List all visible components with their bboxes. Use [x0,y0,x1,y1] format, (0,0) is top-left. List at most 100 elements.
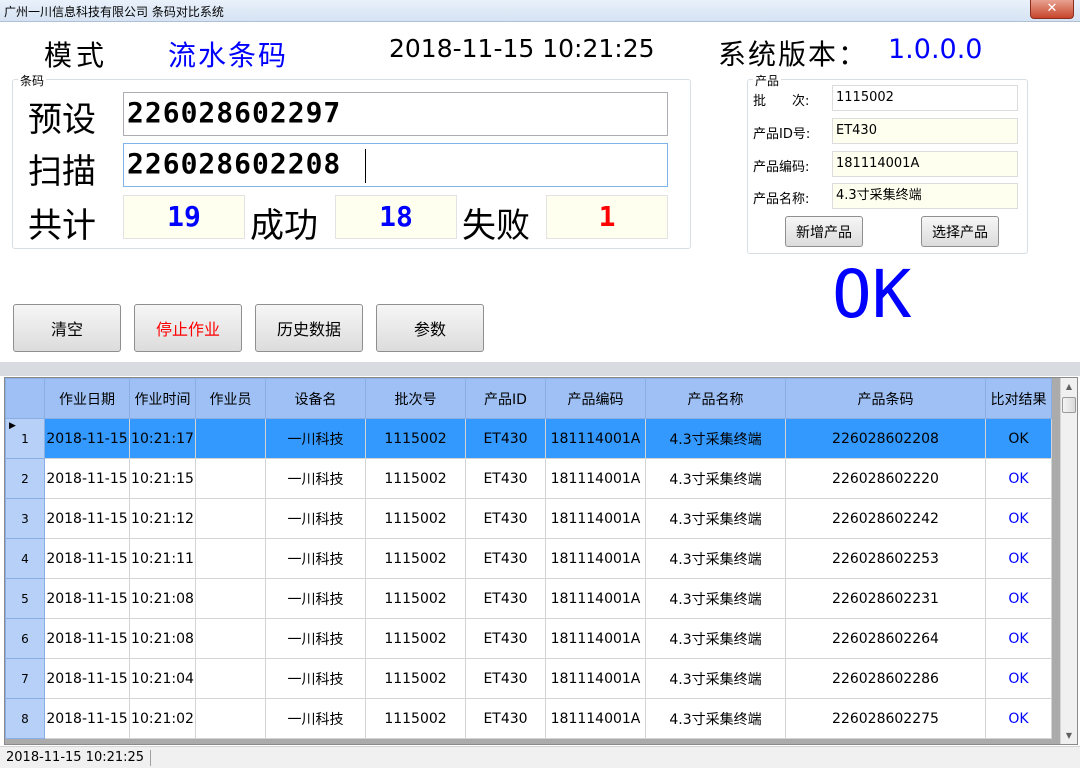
cell-device[interactable]: 一川科技 [265,538,366,579]
cell-batch[interactable]: 1115002 [365,538,466,579]
table-row[interactable]: ▶ 1 2018-11-15 10:21:17 一川科技 1115002 ET430 1811… [5,418,1052,459]
cell-pcode[interactable]: 181114001A [545,618,646,659]
cell-barcode[interactable]: 226028602275 [785,698,986,739]
cell-device[interactable]: 一川科技 [265,698,366,739]
cell-date[interactable]: 2018-11-15 [44,418,130,459]
table-row[interactable]: 3 2018-11-15 10:21:12 一川科技 1115002 ET430 18111… [5,498,1052,539]
cell-result[interactable]: OK [985,578,1052,619]
cell-batch[interactable]: 1115002 [365,498,466,539]
table-row[interactable]: 2 2018-11-15 10:21:15 一川科技 1115002 ET430 18111… [5,458,1052,499]
table-row[interactable]: 4 2018-11-15 10:21:11 一川科技 1115002 ET430 18111… [5,538,1052,579]
cell-time[interactable]: 10:21:08 [129,618,196,659]
cell-result[interactable]: OK [985,658,1052,699]
cell-operator[interactable] [195,658,266,699]
close-button[interactable]: ✕ [1030,0,1074,19]
column-header[interactable]: 产品条码 [785,378,986,419]
cell-device[interactable]: 一川科技 [265,578,366,619]
cell-pid[interactable]: ET430 [465,618,546,659]
cell-batch[interactable]: 1115002 [365,578,466,619]
column-header[interactable]: 作业日期 [44,378,130,419]
cell-batch[interactable]: 1115002 [365,658,466,699]
cell-pcode[interactable]: 181114001A [545,578,646,619]
row-header[interactable]: 5 [5,578,45,619]
row-header[interactable]: 2 [5,458,45,499]
scroll-thumb[interactable] [1062,397,1076,413]
cell-pcode[interactable]: 181114001A [545,698,646,739]
cell-barcode[interactable]: 226028602231 [785,578,986,619]
cell-pid[interactable]: ET430 [465,698,546,739]
cell-barcode[interactable]: 226028602220 [785,458,986,499]
cell-date[interactable]: 2018-11-15 [44,458,130,499]
cell-pid[interactable]: ET430 [465,458,546,499]
vertical-scrollbar[interactable]: ▲ ▼ [1060,378,1077,744]
table-row[interactable]: 7 2018-11-15 10:21:04 一川科技 1115002 ET430 18111… [5,658,1052,699]
cell-result[interactable]: OK [985,618,1052,659]
cell-operator[interactable] [195,538,266,579]
table-row[interactable]: 6 2018-11-15 10:21:08 一川科技 1115002 ET430 18111… [5,618,1052,659]
cell-batch[interactable]: 1115002 [365,698,466,739]
column-header[interactable]: 产品名称 [645,378,786,419]
cell-time[interactable]: 10:21:04 [129,658,196,699]
row-header-corner[interactable] [5,378,45,419]
row-header[interactable]: 6 [5,618,45,659]
cell-result[interactable]: OK [985,698,1052,739]
add-product-button[interactable]: 新增产品 [785,216,863,247]
cell-device[interactable]: 一川科技 [265,658,366,699]
cell-device[interactable]: 一川科技 [265,458,366,499]
cell-time[interactable]: 10:21:17 [129,418,196,459]
product-id-field[interactable]: ET430 [832,118,1018,144]
column-header[interactable]: 比对结果 [985,378,1052,419]
cell-result[interactable]: OK [985,458,1052,499]
cell-pname[interactable]: 4.3寸采集终端 [645,538,786,579]
cell-pcode[interactable]: 181114001A [545,658,646,699]
row-header[interactable]: ▶ 1 [5,418,45,459]
cell-barcode[interactable]: 226028602208 [785,418,986,459]
cell-device[interactable]: 一川科技 [265,498,366,539]
column-header[interactable]: 批次号 [365,378,466,419]
batch-field[interactable]: 1115002 [832,85,1018,111]
cell-pid[interactable]: ET430 [465,498,546,539]
cell-pid[interactable]: ET430 [465,418,546,459]
row-header[interactable]: 8 [5,698,45,739]
column-header[interactable]: 产品ID [465,378,546,419]
scroll-up-icon[interactable]: ▲ [1061,378,1077,395]
cell-operator[interactable] [195,418,266,459]
column-header[interactable]: 设备名 [265,378,366,419]
cell-time[interactable]: 10:21:02 [129,698,196,739]
cell-time[interactable]: 10:21:08 [129,578,196,619]
cell-pid[interactable]: ET430 [465,538,546,579]
cell-result[interactable]: OK [985,418,1052,459]
cell-pcode[interactable]: 181114001A [545,498,646,539]
select-product-button[interactable]: 选择产品 [921,216,999,247]
cell-time[interactable]: 10:21:15 [129,458,196,499]
clear-button[interactable]: 清空 [13,304,121,352]
table-row[interactable]: 8 2018-11-15 10:21:02 一川科技 1115002 ET430 18111… [5,698,1052,739]
cell-device[interactable]: 一川科技 [265,418,366,459]
row-header[interactable]: 4 [5,538,45,579]
cell-pcode[interactable]: 181114001A [545,538,646,579]
cell-date[interactable]: 2018-11-15 [44,658,130,699]
history-button[interactable]: 历史数据 [255,304,363,352]
column-header[interactable]: 产品编码 [545,378,646,419]
cell-pname[interactable]: 4.3寸采集终端 [645,658,786,699]
cell-time[interactable]: 10:21:12 [129,498,196,539]
cell-batch[interactable]: 1115002 [365,618,466,659]
cell-result[interactable]: OK [985,538,1052,579]
column-header[interactable]: 作业时间 [129,378,196,419]
cell-operator[interactable] [195,458,266,499]
cell-operator[interactable] [195,618,266,659]
cell-date[interactable]: 2018-11-15 [44,578,130,619]
cell-operator[interactable] [195,498,266,539]
cell-result[interactable]: OK [985,498,1052,539]
params-button[interactable]: 参数 [376,304,484,352]
cell-date[interactable]: 2018-11-15 [44,538,130,579]
cell-device[interactable]: 一川科技 [265,618,366,659]
cell-pcode[interactable]: 181114001A [545,418,646,459]
cell-pname[interactable]: 4.3寸采集终端 [645,418,786,459]
cell-batch[interactable]: 1115002 [365,418,466,459]
cell-pname[interactable]: 4.3寸采集终端 [645,498,786,539]
cell-pname[interactable]: 4.3寸采集终端 [645,458,786,499]
cell-date[interactable]: 2018-11-15 [44,498,130,539]
cell-operator[interactable] [195,578,266,619]
cell-barcode[interactable]: 226028602253 [785,538,986,579]
